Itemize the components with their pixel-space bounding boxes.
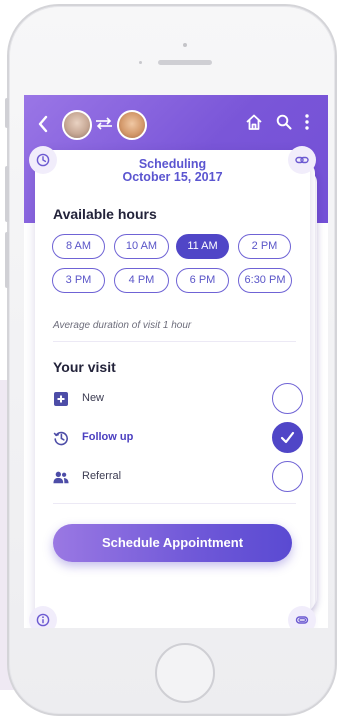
card-title: Scheduling October 15, 2017 (35, 158, 310, 184)
your-visit-heading: Your visit (53, 359, 116, 375)
visit-option-follow-up[interactable]: Follow up (53, 422, 303, 454)
hour-slot-6pm[interactable]: 6 PM (176, 268, 229, 293)
visit-option-label: New (82, 392, 105, 404)
earpiece-speaker (158, 60, 212, 65)
mute-switch (5, 98, 9, 128)
visit-option-new[interactable]: New (53, 383, 303, 415)
paperclip-icon[interactable] (288, 606, 316, 628)
more-vertical-icon[interactable] (304, 113, 310, 131)
home-button[interactable] (155, 643, 215, 703)
checkmark-icon (280, 431, 295, 444)
doctor-avatar[interactable] (117, 110, 147, 140)
hour-slot-630pm[interactable]: 6:30 PM (238, 268, 292, 293)
users-icon (53, 471, 69, 484)
hour-slot-3pm[interactable]: 3 PM (52, 268, 105, 293)
schedule-appointment-button[interactable]: Schedule Appointment (53, 524, 292, 562)
visit-option-label: Follow up (82, 431, 134, 443)
swap-arrows-icon (96, 117, 112, 130)
app-screen: Scheduling October 15, 2017 Available ho… (24, 95, 328, 628)
search-icon[interactable] (276, 114, 292, 130)
chevron-left-icon[interactable] (36, 113, 50, 135)
plus-square-icon (54, 392, 68, 406)
visit-option-label: Referral (82, 470, 122, 482)
average-duration-note: Average duration of visit 1 hour (53, 320, 192, 331)
visit-radio-follow-up[interactable] (272, 422, 303, 453)
volume-up-button (5, 166, 9, 222)
hour-slot-4pm[interactable]: 4 PM (114, 268, 169, 293)
sensor (139, 61, 142, 64)
hour-slot-2pm[interactable]: 2 PM (238, 234, 291, 259)
visit-option-referral[interactable]: Referral (53, 461, 303, 493)
home-icon[interactable] (245, 113, 263, 131)
info-icon[interactable] (29, 606, 57, 628)
divider (53, 341, 296, 342)
visit-radio-referral[interactable] (272, 461, 303, 492)
visit-radio-new[interactable] (272, 383, 303, 414)
patient-avatar[interactable] (62, 110, 92, 140)
hour-slot-11am[interactable]: 11 AM (176, 234, 229, 259)
available-hours-heading: Available hours (53, 206, 157, 222)
volume-down-button (5, 232, 9, 288)
hour-slot-10am[interactable]: 10 AM (114, 234, 169, 259)
card-date: October 15, 2017 (122, 170, 223, 184)
divider (53, 503, 296, 504)
front-camera (183, 43, 187, 47)
hour-slot-8am[interactable]: 8 AM (52, 234, 105, 259)
history-icon (53, 431, 68, 446)
scheduling-card: Scheduling October 15, 2017 Available ho… (29, 146, 316, 628)
